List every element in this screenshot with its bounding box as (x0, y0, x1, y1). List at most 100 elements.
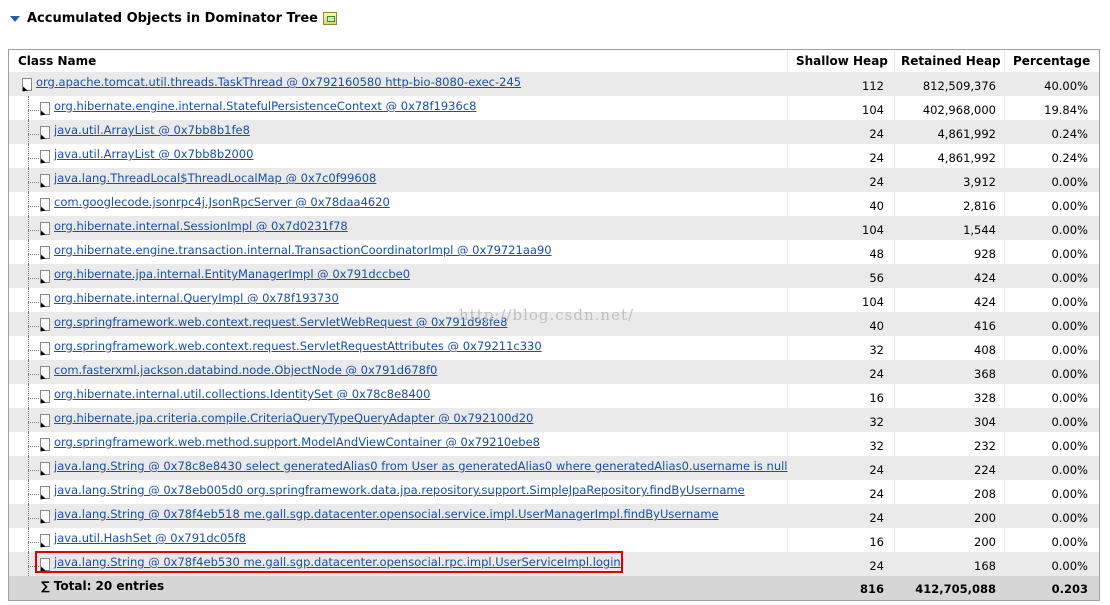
retained-heap-cell: 812,509,376 (922, 79, 996, 93)
table-row[interactable]: org.hibernate.jpa.criteria.compile.Crite… (9, 408, 1099, 432)
retained-heap-cell: 424 (974, 295, 996, 309)
object-link[interactable]: java.util.HashSet @ 0x791dc05f8 (54, 531, 246, 545)
table-row[interactable]: org.springframework.web.method.support.M… (9, 432, 1099, 456)
col-header-shallow-heap[interactable]: Shallow Heap (796, 54, 888, 68)
retained-heap-cell: 224 (974, 463, 996, 477)
class-name-cell: org.hibernate.internal.QueryImpl @ 0x78f… (9, 288, 787, 312)
percentage-cell: 0.00% (1051, 391, 1088, 405)
table-row[interactable]: java.lang.String @ 0x78f4eb518 me.gall.s… (9, 504, 1099, 528)
retained-heap-cell: 928 (974, 247, 996, 261)
class-name-cell: org.hibernate.jpa.criteria.compile.Crite… (9, 408, 787, 432)
object-link[interactable]: org.springframework.web.method.support.M… (54, 435, 540, 449)
table-row[interactable]: java.lang.String @ 0x78c8e8430 select ge… (9, 456, 1099, 480)
object-reference-icon (40, 366, 50, 379)
tree-line (28, 408, 29, 432)
table-row[interactable]: org.springframework.web.context.request.… (9, 336, 1099, 360)
col-header-retained-heap[interactable]: Retained Heap (901, 54, 1001, 68)
tree-line (28, 350, 39, 351)
table-row[interactable]: java.util.HashSet @ 0x791dc05f8 16 200 0.00… (9, 528, 1099, 552)
total-retained-heap: 412,705,088 (915, 582, 996, 596)
table-row[interactable]: org.hibernate.engine.transaction.interna… (9, 240, 1099, 264)
shallow-heap-cell: 48 (869, 247, 884, 261)
object-link[interactable]: org.hibernate.internal.SessionImpl @ 0x7… (54, 219, 348, 233)
table-row[interactable]: java.util.ArrayList @ 0x7bb8b2000 24 4,861… (9, 144, 1099, 168)
table-row[interactable]: org.hibernate.jpa.internal.EntityManager… (9, 264, 1099, 288)
shallow-heap-cell: 16 (869, 535, 884, 549)
tree-line (28, 528, 29, 552)
class-name-cell: org.springframework.web.method.support.M… (9, 432, 787, 456)
object-link[interactable]: java.lang.ThreadLocal$ThreadLocalMap @ 0… (54, 171, 376, 185)
tree-line (28, 422, 39, 423)
retained-heap-cell: 232 (974, 439, 996, 453)
object-link[interactable]: org.hibernate.engine.transaction.interna… (54, 243, 552, 257)
class-name-cell: org.hibernate.engine.internal.StatefulPe… (9, 96, 787, 120)
shallow-heap-cell: 24 (869, 127, 884, 141)
tree-line (28, 302, 39, 303)
shallow-heap-cell: 24 (869, 559, 884, 573)
shallow-heap-cell: 104 (862, 223, 884, 237)
section-header[interactable]: Accumulated Objects in Dominator Tree (10, 9, 337, 27)
tree-line (28, 518, 39, 519)
collapse-arrow-icon[interactable] (10, 15, 20, 22)
percentage-cell: 0.00% (1051, 511, 1088, 525)
retained-heap-cell: 416 (974, 319, 996, 333)
percentage-cell: 0.00% (1051, 223, 1088, 237)
object-link[interactable]: java.lang.String @ 0x78f4eb518 me.gall.s… (54, 507, 719, 521)
retained-heap-cell: 4,861,992 (937, 151, 996, 165)
object-link[interactable]: java.lang.String @ 0x78c8e8430 select ge… (54, 459, 788, 473)
tree-line (28, 494, 39, 495)
object-link[interactable]: org.hibernate.jpa.internal.EntityManager… (54, 267, 410, 281)
object-link[interactable]: org.hibernate.jpa.criteria.compile.Crite… (54, 411, 533, 425)
object-link[interactable]: com.googlecode.jsonrpc4j.JsonRpcServer @… (54, 195, 390, 209)
object-reference-icon (40, 486, 50, 499)
object-link[interactable]: java.util.ArrayList @ 0x7bb8b1fe8 (54, 123, 250, 137)
tree-line (28, 384, 29, 408)
table-row[interactable]: org.hibernate.internal.util.collections.… (9, 384, 1099, 408)
object-link[interactable]: org.apache.tomcat.util.threads.TaskThrea… (36, 75, 521, 89)
object-reference-icon (40, 462, 50, 475)
tree-line (28, 182, 39, 183)
table-row[interactable]: org.hibernate.engine.internal.StatefulPe… (9, 96, 1099, 120)
percentage-cell: 0.00% (1051, 319, 1088, 333)
shallow-heap-cell: 24 (869, 487, 884, 501)
tree-line (28, 240, 29, 264)
shallow-heap-cell: 24 (869, 175, 884, 189)
object-link[interactable]: org.springframework.web.context.request.… (54, 339, 542, 353)
percentage-cell: 0.00% (1051, 175, 1088, 189)
tree-line (28, 326, 39, 327)
table-row[interactable]: org.hibernate.internal.SessionImpl @ 0x7… (9, 216, 1099, 240)
class-name-cell: java.util.ArrayList @ 0x7bb8b1fe8 (9, 120, 787, 144)
percentage-cell: 0.00% (1051, 199, 1088, 213)
object-link[interactable]: org.springframework.web.context.request.… (54, 315, 507, 329)
tree-line (28, 552, 29, 576)
total-percentage: 0.203 (1051, 582, 1088, 596)
table-row[interactable]: java.lang.String @ 0x78eb005d0 org.sprin… (9, 480, 1099, 504)
retained-heap-cell: 304 (974, 415, 996, 429)
thread-object-icon (22, 78, 32, 91)
object-link[interactable]: java.lang.String @ 0x78eb005d0 org.sprin… (54, 483, 745, 497)
percentage-cell: 0.00% (1051, 415, 1088, 429)
percentage-cell: 0.00% (1051, 367, 1088, 381)
table-row[interactable]: com.fasterxml.jackson.databind.node.Obje… (9, 360, 1099, 384)
percentage-cell: 0.00% (1051, 343, 1088, 357)
open-in-view-icon[interactable] (323, 11, 337, 25)
table-row[interactable]: java.lang.ThreadLocal$ThreadLocalMap @ 0… (9, 168, 1099, 192)
table-row[interactable]: org.apache.tomcat.util.threads.TaskThrea… (9, 72, 1099, 96)
tree-line (28, 542, 39, 543)
col-header-percentage[interactable]: Percentage (1013, 54, 1090, 68)
section-title: Accumulated Objects in Dominator Tree (27, 10, 318, 26)
object-link[interactable]: java.util.ArrayList @ 0x7bb8b2000 (54, 147, 253, 161)
object-link[interactable]: org.hibernate.internal.util.collections.… (54, 387, 430, 401)
table-row[interactable]: java.util.ArrayList @ 0x7bb8b1fe8 24 4,861… (9, 120, 1099, 144)
shallow-heap-cell: 24 (869, 151, 884, 165)
object-link[interactable]: com.fasterxml.jackson.databind.node.Obje… (54, 363, 437, 377)
object-link[interactable]: org.hibernate.internal.QueryImpl @ 0x78f… (54, 291, 339, 305)
percentage-cell: 0.00% (1051, 295, 1088, 309)
tree-line (28, 96, 29, 120)
col-header-class-name[interactable]: Class Name (18, 54, 96, 68)
class-name-cell: org.springframework.web.context.request.… (9, 312, 787, 336)
highlight-box (35, 551, 623, 573)
table-row[interactable]: com.googlecode.jsonrpc4j.JsonRpcServer @… (9, 192, 1099, 216)
object-link[interactable]: org.hibernate.engine.internal.StatefulPe… (54, 99, 476, 113)
tree-line (28, 192, 29, 216)
